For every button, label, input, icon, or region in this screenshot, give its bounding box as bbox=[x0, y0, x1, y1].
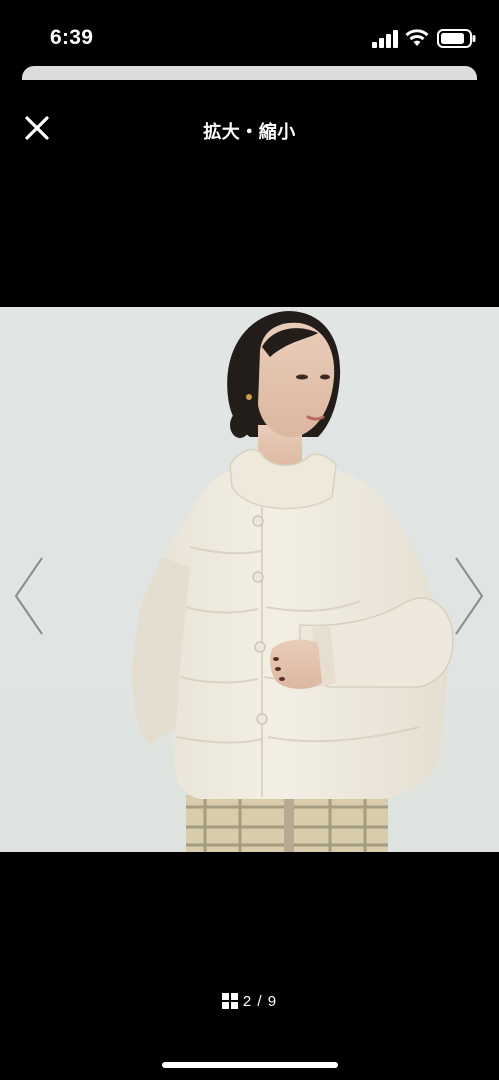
wifi-icon bbox=[405, 29, 429, 46]
status-time: 6:39 bbox=[50, 26, 94, 49]
status-bar: 6:39 bbox=[0, 0, 499, 62]
page-counter-text: 2 / 9 bbox=[242, 992, 278, 1010]
signal-icon bbox=[372, 30, 398, 48]
home-indicator[interactable] bbox=[162, 1062, 338, 1068]
sheet-top-edge bbox=[22, 66, 477, 80]
page-counter[interactable]: 2 / 9 bbox=[0, 990, 499, 1012]
product-photo-image bbox=[0, 307, 499, 852]
battery-icon bbox=[437, 29, 476, 48]
image-viewer-screen: 6:39 拡大・縮小 2 / 9 bbox=[0, 0, 499, 1080]
chevron-right-icon[interactable] bbox=[452, 556, 486, 636]
viewer-header: 拡大・縮小 bbox=[0, 96, 499, 160]
viewer-title: 拡大・縮小 bbox=[203, 122, 296, 142]
grid-icon bbox=[221, 993, 238, 1009]
product-photo[interactable] bbox=[0, 307, 499, 852]
chevron-left-icon[interactable] bbox=[12, 556, 46, 636]
